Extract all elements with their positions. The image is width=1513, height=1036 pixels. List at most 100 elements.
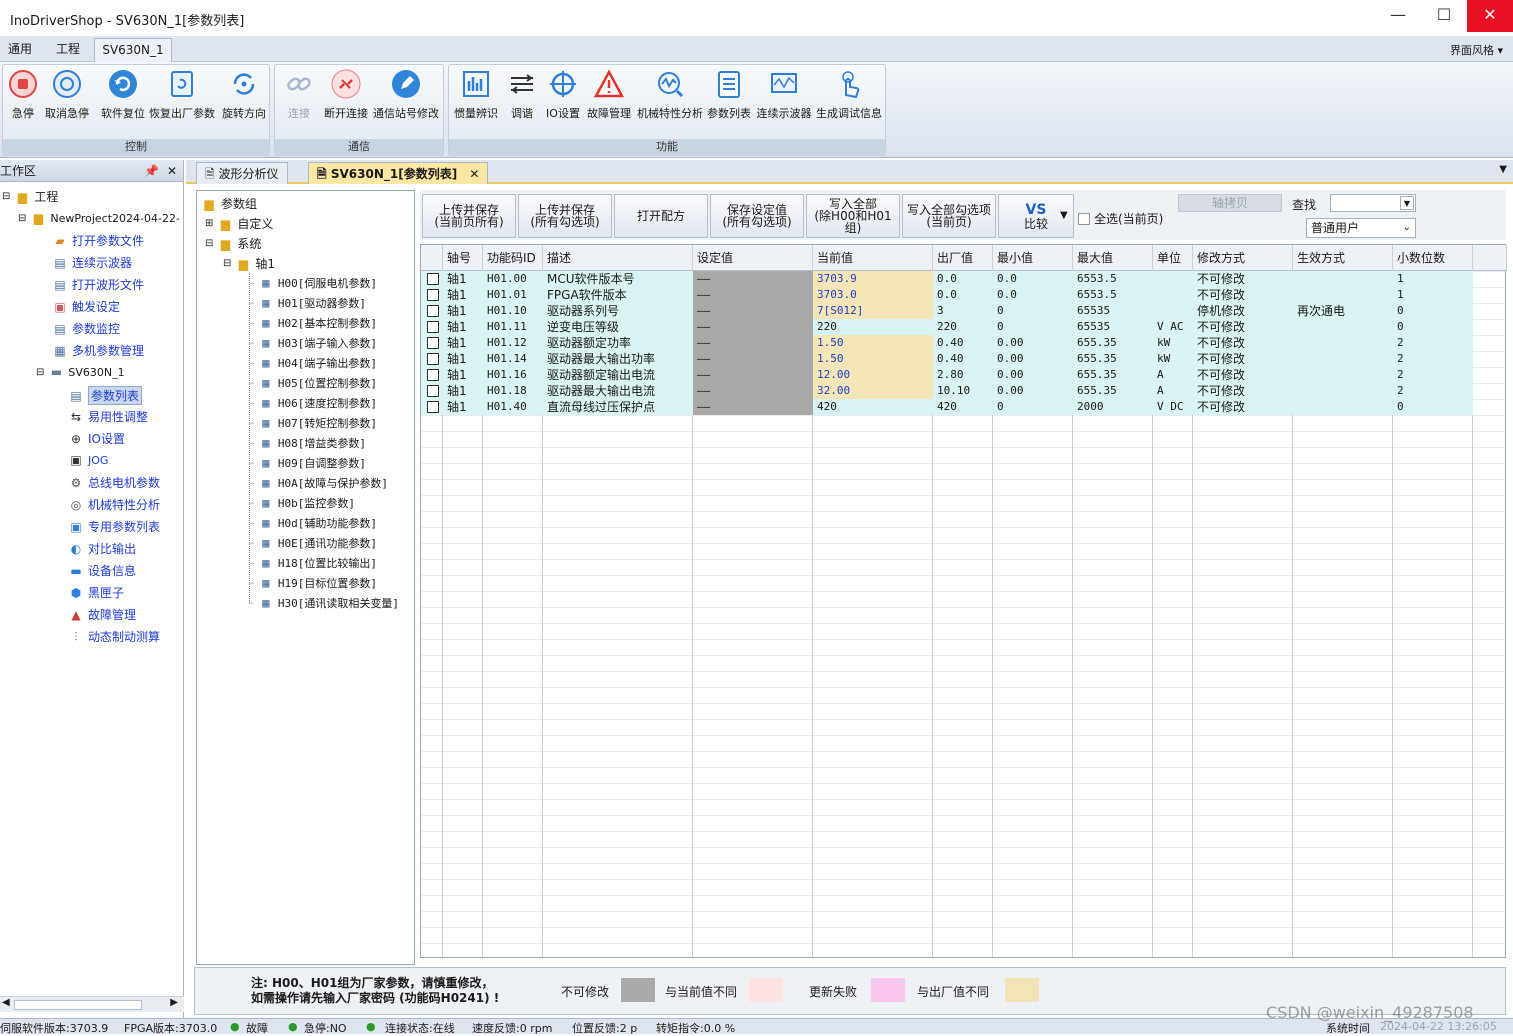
inertia-id-button[interactable]: 惯量辨识 <box>451 69 501 121</box>
pg-group-item[interactable]: ┄ ▦ H0A[故障与保护参数] <box>249 475 388 491</box>
cell-cur[interactable]: 220 <box>813 319 933 335</box>
rotation-direction-button[interactable]: 旋转方向 <box>219 69 269 121</box>
close-panel-icon[interactable]: ✕ <box>167 160 177 182</box>
pg-group-item[interactable]: ┄ ▦ H0b[监控参数] <box>249 495 355 511</box>
tree-device-item[interactable]: ▬ 设备信息 <box>68 562 136 579</box>
pg-group-item[interactable]: ┄ ▦ H18[位置比较输出] <box>249 555 377 571</box>
column-header[interactable]: 最大值 <box>1073 245 1153 271</box>
pg-system[interactable]: ⊟ ▆ 系统 <box>205 235 261 252</box>
tab-device[interactable]: SV630N_1 <box>94 38 172 62</box>
cell-set[interactable]: —— <box>693 287 813 303</box>
row-checkbox[interactable] <box>427 385 439 397</box>
tab-dropdown-icon[interactable]: ▼ <box>1499 164 1507 175</box>
row-checkbox[interactable] <box>427 305 439 317</box>
tree-project-item[interactable]: ▦ 多机参数管理 <box>52 342 144 359</box>
cell-cur[interactable]: 3703.9 <box>813 271 933 287</box>
cancel-estop-button[interactable]: 取消急停 <box>43 69 91 121</box>
tree-device-item[interactable]: ⚙ 总线电机参数 <box>68 474 160 491</box>
tree-device-item[interactable]: ⬢ 黑匣子 <box>68 584 124 601</box>
column-header[interactable]: 设定值 <box>693 245 813 271</box>
table-row[interactable]: 轴1 H01.00 MCU软件版本号 —— 3703.9 0.0 0.0 6553.5 不可修改… <box>421 271 1473 287</box>
tab-waveform-analyzer[interactable]: 🗎 波形分析仪 <box>196 162 288 184</box>
tab-general[interactable]: 通用 <box>8 40 32 57</box>
cell-cur[interactable]: 420 <box>813 399 933 415</box>
tuning-button[interactable]: 调谐 <box>505 69 539 121</box>
pg-group-item[interactable]: ┄ ▦ H01[驱动器参数] <box>249 295 366 311</box>
table-row[interactable]: 轴1 H01.11 逆变电压等级 —— 220 220 0 65535 V AC 不可修改 0 <box>421 319 1473 335</box>
cell-set[interactable]: —— <box>693 335 813 351</box>
close-tab-icon[interactable]: ✕ <box>469 167 479 181</box>
compare-dropdown-icon[interactable]: ▼ <box>1060 210 1068 221</box>
disconnect-button[interactable]: 断开连接 <box>321 69 371 121</box>
tree-device-item[interactable]: ▤ 参数列表 <box>68 386 143 405</box>
tree-device-item[interactable]: ⫶ 动态制动测算 <box>68 628 160 645</box>
soft-reset-button[interactable]: 软件复位 <box>99 69 147 121</box>
table-row[interactable]: 轴1 H01.01 FPGA软件版本 —— 3703.0 0.0 0.0 6553.5 不可修改… <box>421 287 1473 303</box>
pg-group-item[interactable]: ┄ ▦ H04[端子输出参数] <box>249 355 377 371</box>
tree-device-item[interactable]: ▣ JOG <box>68 452 108 468</box>
tree-device-item[interactable]: ▣ 专用参数列表 <box>68 518 160 535</box>
upload-save-checked-button[interactable]: 上传并保存 (所有勾选项) <box>518 194 612 238</box>
scroll-left-icon[interactable]: ◀ <box>2 997 10 1008</box>
tree-project-item[interactable]: ▤ 参数监控 <box>52 320 120 337</box>
cell-set[interactable]: —— <box>693 351 813 367</box>
minimize-button[interactable]: — <box>1375 0 1421 32</box>
column-header[interactable]: 功能码ID <box>483 245 543 271</box>
cell-set[interactable]: —— <box>693 399 813 415</box>
tree-device-item[interactable]: ⊕ IO设置 <box>68 430 125 447</box>
fault-management-button[interactable]: 故障管理 <box>585 69 633 121</box>
pg-group-item[interactable]: ┄ ▦ H0d[辅助功能参数] <box>249 515 377 531</box>
oscilloscope-button[interactable]: 连续示波器 <box>755 69 813 121</box>
table-row[interactable]: 轴1 H01.12 驱动器额定功率 —— 1.50 0.40 0.00 655.35 kW 不可修… <box>421 335 1473 351</box>
row-checkbox[interactable] <box>427 273 439 285</box>
cell-set[interactable]: —— <box>693 367 813 383</box>
close-button[interactable]: ✕ <box>1467 0 1513 32</box>
cell-set[interactable]: —— <box>693 303 813 319</box>
checkbox-icon[interactable] <box>1078 212 1090 225</box>
column-header[interactable]: 生效方式 <box>1293 245 1393 271</box>
table-row[interactable]: 轴1 H01.10 驱动器系列号 —— 7[S012] 3 0 65535 停机修改 再次通电 0 <box>421 303 1473 319</box>
search-input[interactable]: ▼ <box>1330 194 1416 212</box>
pg-group-item[interactable]: ┄ ▦ H19[目标位置参数] <box>249 575 377 591</box>
column-header[interactable]: 小数位数 <box>1393 245 1473 271</box>
scrollbar-thumb[interactable] <box>14 1000 142 1010</box>
pg-group-item[interactable]: ┄ ▦ H0E[通讯功能参数] <box>249 535 377 551</box>
cell-set[interactable]: —— <box>693 271 813 287</box>
tab-project[interactable]: 工程 <box>56 40 80 57</box>
column-header[interactable]: 轴号 <box>443 245 483 271</box>
tab-param-list[interactable]: 🗎 SV630N_1[参数列表] ✕ <box>308 162 489 184</box>
io-settings-button[interactable]: IO设置 <box>545 69 581 121</box>
column-header[interactable]: 修改方式 <box>1193 245 1293 271</box>
column-header[interactable]: 描述 <box>543 245 693 271</box>
pg-group-item[interactable]: ┄ ▦ H05[位置控制参数] <box>249 375 377 391</box>
horizontal-scrollbar[interactable]: ◀ ▶ <box>0 996 184 1012</box>
maximize-button[interactable]: ☐ <box>1421 0 1467 32</box>
pg-group-item[interactable]: ┄ ▦ H07[转矩控制参数] <box>249 415 377 431</box>
row-checkbox[interactable] <box>427 369 439 381</box>
pg-group-item[interactable]: ┄ ▦ H06[速度控制参数] <box>249 395 377 411</box>
pg-group-item[interactable]: ┄ ▦ H08[增益类参数] <box>249 435 366 451</box>
style-menu[interactable]: 界面风格 ▾ <box>1450 42 1503 58</box>
select-all-checkbox[interactable]: 全选(当前页) <box>1078 210 1163 227</box>
cell-cur[interactable]: 1.50 <box>813 335 933 351</box>
tree-project-item[interactable]: ▰ 打开参数文件 <box>52 232 144 249</box>
row-checkbox[interactable] <box>427 289 439 301</box>
save-setting-button[interactable]: 保存设定值 (所有勾选项) <box>710 194 804 238</box>
pg-custom[interactable]: ⊞ ▆ 自定义 <box>205 215 273 232</box>
column-header[interactable]: 出厂值 <box>933 245 993 271</box>
tree-device[interactable]: ⊟ ▬ SV630N_1 <box>36 364 125 380</box>
tree-device-item[interactable]: ◎ 机械特性分析 <box>68 496 160 513</box>
cell-set[interactable]: —— <box>693 383 813 399</box>
estop-button[interactable]: 急停 <box>5 69 41 121</box>
tree-project-item[interactable]: ▤ 打开波形文件 <box>52 276 144 293</box>
upload-save-current-button[interactable]: 上传并保存 (当前页所有) <box>422 194 516 238</box>
tree-device-item[interactable]: ▲ 故障管理 <box>68 606 136 623</box>
factory-reset-button[interactable]: 恢复出厂参数 <box>149 69 215 121</box>
cell-set[interactable]: —— <box>693 319 813 335</box>
cell-cur[interactable]: 12.00 <box>813 367 933 383</box>
pin-icon[interactable]: 📌 <box>144 160 159 182</box>
row-checkbox[interactable] <box>427 321 439 333</box>
cell-cur[interactable]: 32.00 <box>813 383 933 399</box>
column-header[interactable]: 当前值 <box>813 245 933 271</box>
write-all-button[interactable]: 写入全部 (除H00和H01组) <box>806 194 900 238</box>
